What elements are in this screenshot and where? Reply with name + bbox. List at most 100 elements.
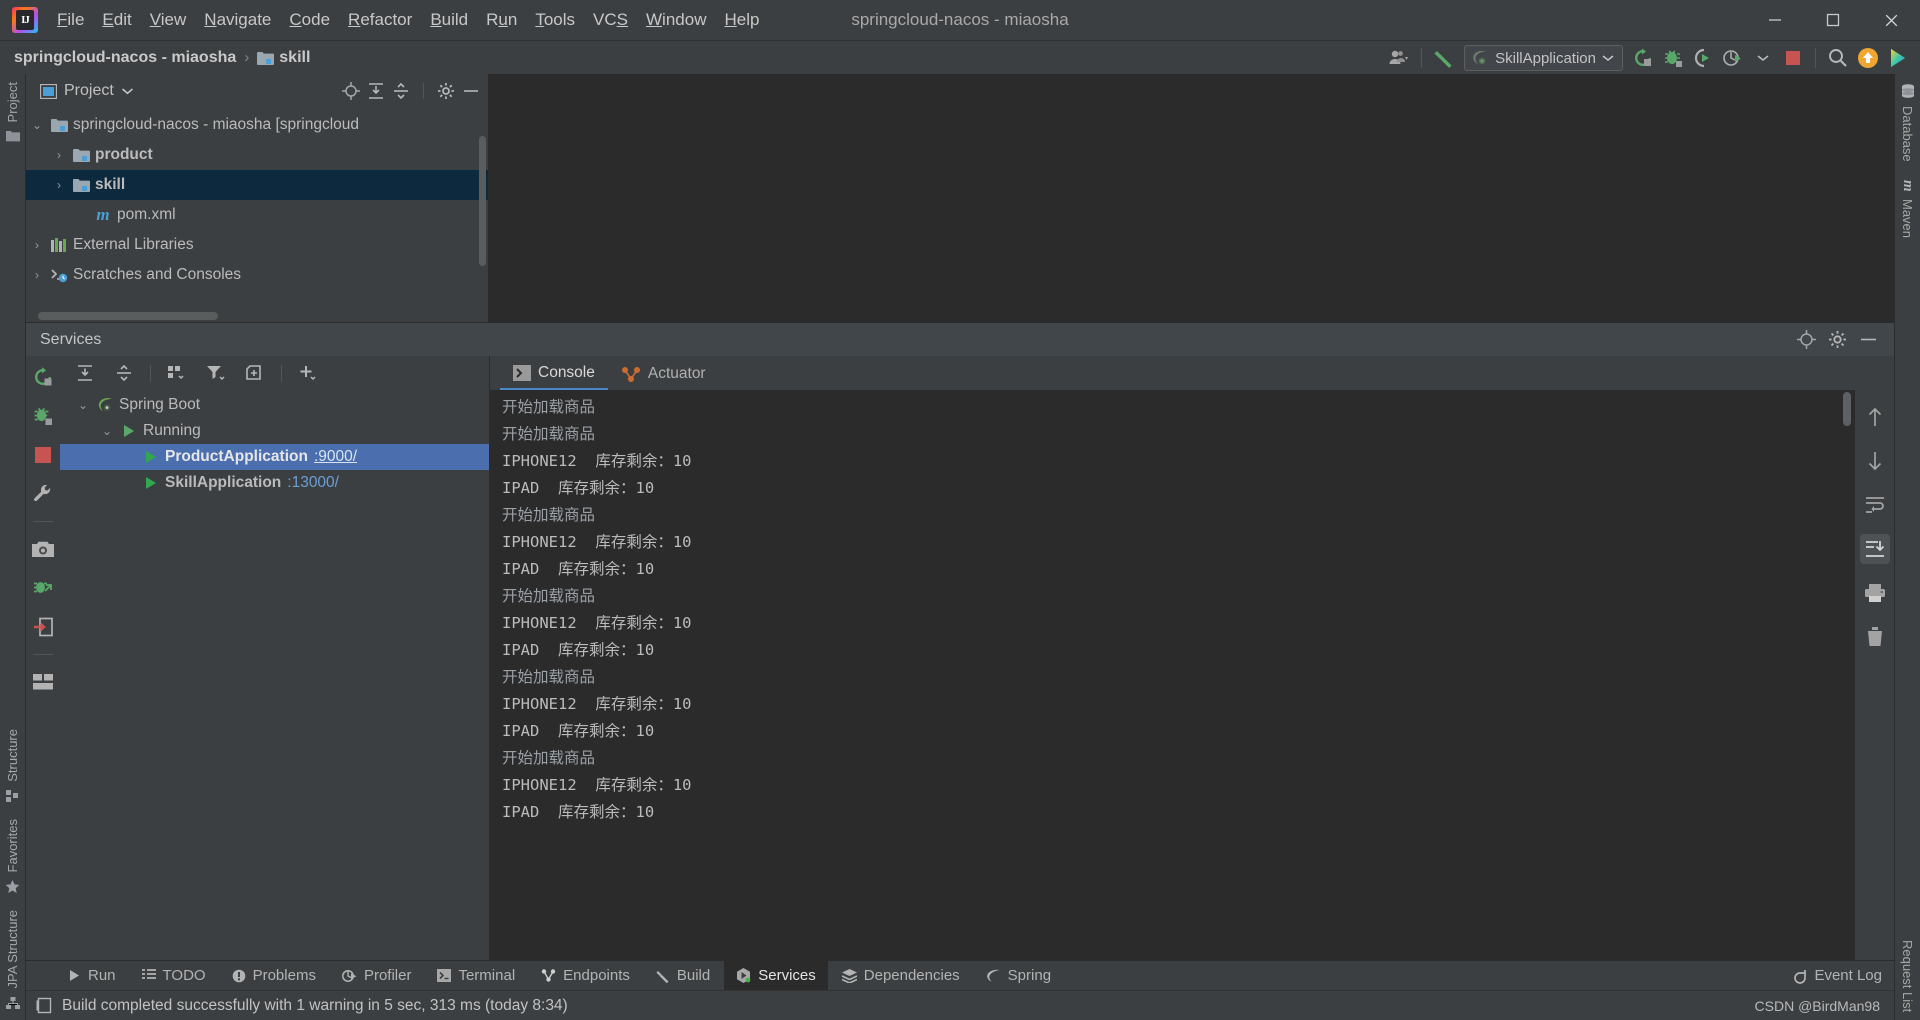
chevron-right-icon[interactable]: › <box>26 238 48 252</box>
scroll-to-end-icon[interactable] <box>1859 534 1890 564</box>
scroll-up-icon[interactable] <box>1860 402 1890 432</box>
bottom-tab-terminal[interactable]: Terminal <box>425 961 527 991</box>
hide-icon[interactable] <box>1859 330 1878 349</box>
menu-item-tools[interactable]: Tools <box>526 7 584 33</box>
camera-icon[interactable] <box>28 534 58 564</box>
gear-icon[interactable] <box>1828 330 1847 349</box>
bottom-tab-build[interactable]: Build <box>644 961 722 991</box>
sidebar-item-project[interactable]: Project <box>0 74 25 130</box>
rerun-icon[interactable] <box>28 362 58 392</box>
build-hammer-icon[interactable] <box>1430 44 1458 72</box>
tab-actuator[interactable]: Actuator <box>608 357 719 390</box>
tree-row-product[interactable]: › product <box>26 140 488 170</box>
clear-all-icon[interactable] <box>1860 622 1890 652</box>
close-icon[interactable] <box>1862 0 1920 40</box>
soft-wrap-icon[interactable] <box>1860 490 1890 520</box>
update-project-icon[interactable] <box>1854 44 1882 72</box>
run-configuration-selector[interactable]: SkillApplication <box>1464 45 1623 71</box>
bottom-tab-problems[interactable]: Problems <box>220 961 328 991</box>
memory-icon[interactable] <box>36 997 53 1014</box>
service-port-link[interactable]: :13000/ <box>287 474 339 492</box>
collapse-all-icon[interactable] <box>392 82 410 100</box>
sidebar-item-database[interactable]: Database <box>1895 98 1920 170</box>
bottom-tab-spring[interactable]: Spring <box>974 961 1063 991</box>
menu-item-vcs[interactable]: VCS <box>584 7 637 33</box>
hide-icon[interactable] <box>462 82 480 100</box>
settings-wrench-icon[interactable] <box>28 479 58 509</box>
chevron-down-icon[interactable]: ⌄ <box>96 424 118 438</box>
chevron-down-icon[interactable]: ⌄ <box>72 398 94 412</box>
stop-icon[interactable] <box>1779 44 1807 72</box>
services-tree-row-skillapplication[interactable]: SkillApplication :13000/ <box>60 470 489 496</box>
gear-icon[interactable] <box>437 82 455 100</box>
expand-all-icon[interactable] <box>70 358 100 388</box>
print-icon[interactable] <box>1860 578 1890 608</box>
console-vertical-scrollbar[interactable] <box>1843 392 1851 426</box>
tree-row-external-libraries[interactable]: › External Libraries <box>26 230 488 260</box>
filter-icon[interactable] <box>201 358 231 388</box>
vertical-scrollbar[interactable] <box>479 136 486 266</box>
tree-row-pom-xml[interactable]: m pom.xml <box>26 200 488 230</box>
bottom-tab-profiler[interactable]: Profiler <box>330 961 424 991</box>
expand-all-icon[interactable] <box>367 82 385 100</box>
locate-icon[interactable] <box>1797 330 1816 349</box>
debug-icon[interactable] <box>1659 44 1687 72</box>
sidebar-item-request-list[interactable]: Request List <box>1895 932 1920 1020</box>
rerun-icon[interactable] <box>1629 44 1657 72</box>
menu-item-build[interactable]: Build <box>421 7 477 33</box>
user-account-icon[interactable] <box>1385 44 1413 72</box>
editor-area[interactable] <box>489 74 1894 322</box>
project-tree[interactable]: ⌄ springcloud-nacos - miaosha [springclo… <box>26 108 488 322</box>
console-output[interactable]: 开始加载商品 开始加载商品 IPHONE12 库存剩余：10 IPAD 库存剩余… <box>490 390 1854 960</box>
minimize-icon[interactable] <box>1746 0 1804 40</box>
sidebar-item-favorites[interactable]: Favorites <box>0 811 25 880</box>
menu-item-file[interactable]: File <box>48 7 93 33</box>
event-log-button[interactable]: Event Log <box>1791 967 1882 984</box>
attach-debugger-icon[interactable] <box>28 573 58 603</box>
locate-icon[interactable] <box>342 82 360 100</box>
sidebar-item-maven[interactable]: Maven <box>1895 191 1920 246</box>
add-service-icon[interactable] <box>293 358 323 388</box>
services-tree-row-spring-boot[interactable]: ⌄ Spring Boot <box>60 392 489 418</box>
tree-row-scratches-and-consoles[interactable]: › Scratches and Consoles <box>26 260 488 290</box>
sidebar-item-jpa-structure[interactable]: JPA Structure <box>0 902 25 997</box>
breadcrumb-project[interactable]: springcloud-nacos - miaosha <box>14 49 236 67</box>
chevron-down-icon[interactable] <box>121 87 134 96</box>
group-by-icon[interactable] <box>162 358 192 388</box>
bottom-tab-todo[interactable]: TODO <box>130 961 218 991</box>
profiler-icon[interactable] <box>1719 44 1747 72</box>
horizontal-scrollbar[interactable] <box>38 312 218 320</box>
bottom-tab-run[interactable]: Run <box>56 961 128 991</box>
chevron-right-icon[interactable]: › <box>26 268 48 282</box>
service-port-link[interactable]: :9000/ <box>314 448 357 466</box>
services-tree-row-productapplication[interactable]: ProductApplication :9000/ <box>60 444 489 470</box>
ide-feature-icon[interactable] <box>1884 44 1912 72</box>
sidebar-item-structure[interactable]: Structure <box>0 721 25 790</box>
bottom-tab-endpoints[interactable]: Endpoints <box>529 961 642 991</box>
chevron-down-icon[interactable] <box>1749 44 1777 72</box>
layout-icon[interactable] <box>28 667 58 697</box>
chevron-down-icon[interactable]: ⌄ <box>26 118 48 132</box>
stop-icon[interactable] <box>28 440 58 470</box>
bottom-tab-dependencies[interactable]: Dependencies <box>830 961 972 991</box>
menu-item-code[interactable]: Code <box>280 7 339 33</box>
search-icon[interactable] <box>1824 44 1852 72</box>
menu-item-run[interactable]: Run <box>477 7 526 33</box>
tab-console[interactable]: Console <box>500 357 608 390</box>
bottom-tab-services[interactable]: Services <box>724 960 828 991</box>
chevron-right-icon[interactable]: › <box>48 148 70 162</box>
maximize-icon[interactable] <box>1804 0 1862 40</box>
tree-row-skill[interactable]: › skill <box>26 170 488 200</box>
debug-icon[interactable] <box>28 401 58 431</box>
menu-item-window[interactable]: Window <box>637 7 715 33</box>
chevron-right-icon[interactable]: › <box>48 178 70 192</box>
exit-icon[interactable] <box>28 612 58 642</box>
menu-item-edit[interactable]: Edit <box>93 7 140 33</box>
scroll-down-icon[interactable] <box>1860 446 1890 476</box>
tree-row-root[interactable]: ⌄ springcloud-nacos - miaosha [springclo… <box>26 110 488 140</box>
menu-item-refactor[interactable]: Refactor <box>339 7 421 33</box>
menu-item-help[interactable]: Help <box>715 7 768 33</box>
collapse-all-icon[interactable] <box>109 358 139 388</box>
add-tab-icon[interactable] <box>240 358 270 388</box>
breadcrumb-module[interactable]: skill <box>279 49 310 67</box>
